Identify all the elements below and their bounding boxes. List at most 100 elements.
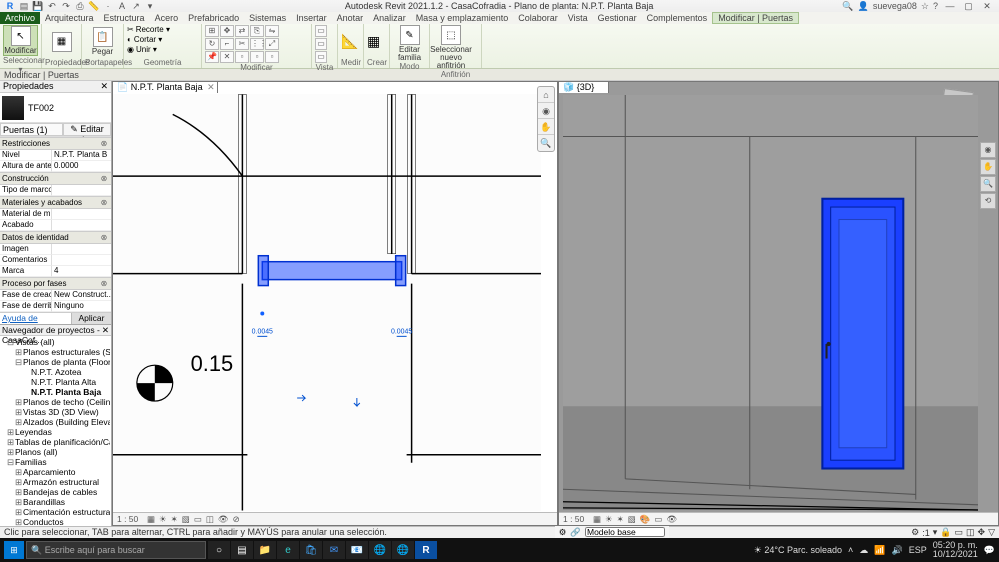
viewport-3d[interactable]: 🧊 {3D} FRONTAL ◉ ✋ 🔍 ⟲ — [558, 81, 999, 526]
plan-canvas[interactable]: 0.0045 0.0045 0.15 — [113, 94, 541, 511]
browser-close-icon[interactable]: ✕ — [102, 325, 109, 335]
prop-val-fasederr[interactable]: Ninguno — [52, 301, 111, 312]
tree-expand-icon[interactable]: ⊞ — [15, 477, 23, 487]
pick-host-button[interactable]: ⬚Seleccionar nuevo anfitrión — [433, 25, 469, 70]
tab-prefabricado[interactable]: Prefabricado — [183, 12, 244, 24]
qat-dropdown-icon[interactable]: ▾ — [144, 1, 156, 11]
sel-elem-icon[interactable]: ▭ — [955, 527, 964, 538]
tree-node[interactable]: ⊞Vistas 3D (3D View) — [1, 407, 110, 417]
mail-icon[interactable]: ✉ — [323, 541, 345, 559]
split-icon[interactable]: ✂ — [235, 38, 249, 50]
help-icon[interactable]: ? — [933, 1, 938, 11]
tab-acero[interactable]: Acero — [150, 12, 184, 24]
tree-node[interactable]: ⊞Planos de techo (Ceiling Plan — [1, 397, 110, 407]
view-tab-3d[interactable]: 🧊 {3D} — [558, 81, 609, 93]
apply-button[interactable]: Aplicar — [71, 313, 111, 324]
expand-icon[interactable]: ⊗ — [99, 174, 109, 183]
shadows-icon[interactable]: ▧ — [181, 514, 191, 525]
tab-arquitectura[interactable]: Arquitectura — [40, 12, 99, 24]
prop-val-comentarios[interactable] — [52, 255, 111, 266]
favorites-icon[interactable]: ☆ — [921, 1, 929, 12]
sel-drag-icon[interactable]: ✥ — [978, 527, 986, 538]
open-icon[interactable]: ▤ — [18, 1, 30, 11]
tray-onedrive-icon[interactable]: ☁ — [859, 545, 868, 556]
scale-icon[interactable]: ⤢ — [265, 38, 279, 50]
view1-icon[interactable]: ▭ — [315, 25, 327, 37]
tray-vol-icon[interactable]: 🔊 — [892, 545, 903, 556]
viewport-plan[interactable]: 📄 N.P.T. Planta Baja✕ — [112, 81, 558, 526]
taskbar-search[interactable]: 🔍 Escribe aquí para buscar — [26, 541, 206, 559]
start-button[interactable]: ⊞ — [4, 541, 24, 559]
minimize-icon[interactable]: — — [942, 1, 958, 11]
tree-expand-icon[interactable]: ⊟ — [7, 457, 15, 467]
search-box-icon[interactable]: 🔍 — [842, 1, 853, 12]
user-icon[interactable]: 👤 — [858, 1, 869, 12]
tree-expand-icon[interactable]: ⊞ — [7, 447, 15, 457]
tree-node[interactable]: ⊞Bandejas de cables — [1, 487, 110, 497]
edit-type-button[interactable]: ✎ Editar tipo — [63, 123, 111, 136]
cortana-icon[interactable]: ○ — [208, 541, 230, 559]
ws-icon[interactable]: ⚙ — [559, 527, 567, 538]
nav3d-pan-icon[interactable]: ✋ — [980, 159, 996, 175]
cortar-button[interactable]: Cortar ▾ — [134, 35, 162, 44]
recorte-button[interactable]: Recorte ▾ — [136, 25, 170, 34]
scale-selector-3d[interactable]: 1 : 50 — [562, 514, 590, 524]
visual-style-icon[interactable]: ☀ — [158, 514, 168, 525]
prop-val-nivel[interactable]: N.P.T. Planta B — [52, 150, 111, 161]
prop-val-fasecrea[interactable]: New Construct... — [52, 290, 111, 301]
tree-node[interactable]: ⊞Planos (all) — [1, 447, 110, 457]
tree-expand-icon[interactable]: ⊞ — [7, 427, 15, 437]
tool-a-icon[interactable]: ▫ — [235, 51, 249, 63]
prop-val-altura[interactable]: 0.0000 — [52, 161, 111, 172]
hide-icon[interactable]: 👁 — [217, 514, 230, 525]
close-icon[interactable]: ✕ — [979, 1, 995, 12]
tool-c-icon[interactable]: ▫ — [265, 51, 279, 63]
tree-node[interactable]: ⊟Familias — [1, 457, 110, 467]
properties-button[interactable]: ▦ — [45, 32, 78, 52]
outlook-icon[interactable]: 📧 — [346, 541, 368, 559]
tree-node[interactable]: N.P.T. Planta Baja — [1, 387, 110, 397]
create-tool-icon[interactable]: ▦ — [367, 33, 380, 50]
tree-node[interactable]: ⊟Vistas (all) — [1, 337, 110, 347]
offset-icon[interactable]: ⇄ — [235, 25, 249, 37]
tool-b-icon[interactable]: ▫ — [250, 51, 264, 63]
prop-val-marca[interactable]: 4 — [52, 266, 111, 277]
prop-val-material[interactable] — [52, 209, 111, 220]
tray-up-icon[interactable]: ˄ — [848, 545, 853, 555]
move-icon[interactable]: ✥ — [220, 25, 234, 37]
prop-val-acabado[interactable] — [52, 220, 111, 231]
tab-gestionar[interactable]: Gestionar — [593, 12, 642, 24]
category-filter[interactable]: Puertas (1) — [0, 123, 63, 136]
tray-net-icon[interactable]: 📶 — [874, 545, 885, 556]
store-icon[interactable]: 🛍 — [300, 541, 322, 559]
grp-fases[interactable]: Proceso por fases — [2, 279, 66, 288]
dim-right[interactable]: 0.0045 — [391, 328, 412, 335]
taskview-icon[interactable]: ▤ — [231, 541, 253, 559]
grp-materiales[interactable]: Materiales y acabados — [2, 198, 82, 207]
save-icon[interactable]: 💾 — [32, 1, 44, 11]
shadows-icon[interactable]: ▧ — [627, 514, 637, 525]
array-icon[interactable]: ⋮⋮ — [250, 38, 264, 50]
notifications-icon[interactable]: 💬 — [984, 545, 995, 556]
tab-insertar[interactable]: Insertar — [291, 12, 332, 24]
tree-expand-icon[interactable]: ⊞ — [15, 407, 23, 417]
unir-button[interactable]: Unir ▾ — [136, 45, 157, 54]
tree-node[interactable]: N.P.T. Azotea — [1, 367, 110, 377]
properties-close-icon[interactable]: ✕ — [100, 81, 108, 92]
hide-icon[interactable]: 👁 — [665, 514, 678, 525]
tree-node[interactable]: ⊟Planos de planta (Floor Plan) — [1, 357, 110, 367]
chrome-icon[interactable]: 🌐 — [369, 541, 391, 559]
unpin-icon[interactable]: ✕ — [220, 51, 234, 63]
nav-home-icon[interactable]: ⌂ — [538, 87, 554, 103]
tab-sistemas[interactable]: Sistemas — [244, 12, 291, 24]
grp-construccion[interactable]: Construcción — [2, 174, 49, 183]
tab-estructura[interactable]: Estructura — [99, 12, 150, 24]
modify-button[interactable]: ↖Modificar — [3, 25, 38, 56]
redo-icon[interactable]: ↷ — [60, 1, 72, 11]
nav-pan-icon[interactable]: ✋ — [538, 119, 554, 135]
nav3d-orbit-icon[interactable]: ⟲ — [980, 193, 996, 209]
tree-expand-icon[interactable]: ⊞ — [15, 487, 23, 497]
rotate-icon[interactable]: ↻ — [205, 38, 219, 50]
nav-zoom-icon[interactable]: 🔍 — [538, 135, 554, 151]
weather-widget[interactable]: ☀ 24°C Parc. soleado — [754, 545, 842, 556]
